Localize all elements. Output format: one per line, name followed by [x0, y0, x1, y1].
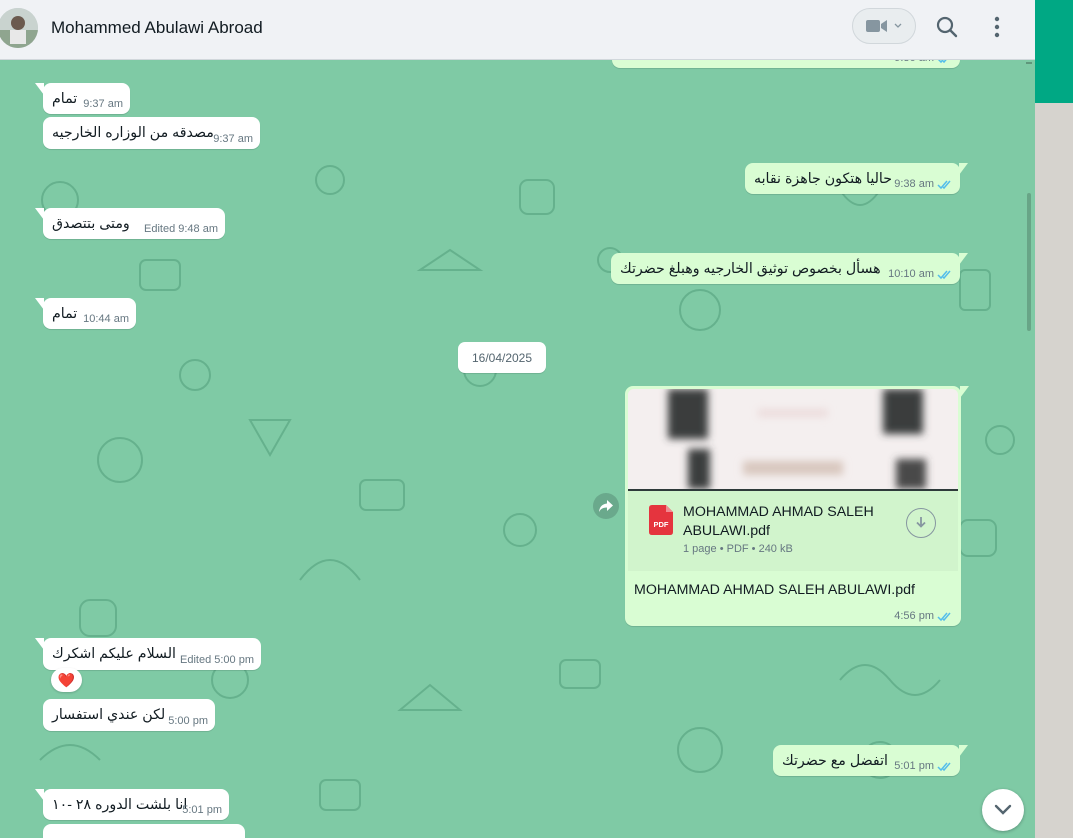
chevron-down-icon	[994, 804, 1012, 815]
scrollbar-thumb[interactable]	[1027, 193, 1031, 331]
scroll-to-bottom-button[interactable]	[982, 789, 1024, 831]
chat-pane[interactable]: Mohammed Abulawi Abroad تمام 9:37 am مصد…	[0, 0, 1035, 838]
document-message-bubble[interactable]: PDF MOHAMMAD AHMAD SALEH ABULAWI.pdf 1 p…	[625, 386, 969, 626]
message-meta: 4:56 pm	[894, 610, 953, 622]
message-text: السلام عليكم اشكرك	[52, 646, 176, 662]
message-text: لكن عندي استفسار	[52, 707, 166, 723]
message-time: 10:10 am	[888, 268, 934, 280]
message-text: ومتى بتتصدق	[52, 216, 130, 232]
chat-header: Mohammed Abulawi Abroad	[0, 0, 1035, 60]
message-bubble-outgoing[interactable]: اتفضل مع حضرتك 5:01 pm	[773, 745, 968, 776]
message-bubble-outgoing[interactable]: هسأل بخصوص توثيق الخارجيه وهبلغ حضرتك 10…	[611, 253, 968, 284]
message-time: 4:56 pm	[894, 610, 934, 622]
document-caption: MOHAMMAD AHMAD SALEH ABULAWI.pdf	[634, 582, 915, 598]
message-time: 9:37 am	[213, 133, 253, 145]
document-file-card[interactable]: PDF MOHAMMAD AHMAD SALEH ABULAWI.pdf 1 p…	[628, 491, 958, 571]
bubble-tail	[35, 83, 44, 95]
download-button[interactable]	[906, 508, 936, 538]
chevron-down-icon	[894, 23, 902, 28]
scrollbar-arrow-up[interactable]	[1026, 62, 1032, 64]
bubble-tail	[959, 253, 968, 265]
message-text: اتفضل مع حضرتك	[782, 753, 888, 769]
message-time: 9:38 am	[894, 178, 934, 190]
bubble-tail	[960, 386, 969, 398]
bubble-tail	[35, 298, 44, 310]
message-bubble-incoming[interactable]: انا بلشت الدوره ٢٨ -١٠ 5:01 pm	[35, 789, 229, 820]
message-time: 5:01 pm	[894, 760, 934, 772]
message-text: مصدقه من الوزاره الخارجيه	[52, 125, 214, 141]
message-bubble-incoming[interactable]: مصدقه من الوزاره الخارجيه 9:37 am	[43, 117, 260, 149]
bubble-tail	[35, 789, 44, 801]
message-text: تمام	[52, 306, 78, 322]
message-meta: 5:01 pm	[894, 760, 953, 772]
double-tick-icon	[937, 270, 951, 279]
side-panel-background	[1035, 103, 1073, 838]
message-text: انا بلشت الدوره ٢٨ -١٠	[52, 797, 188, 813]
pdf-file-icon: PDF	[649, 505, 673, 535]
message-time: 9:37 am	[83, 98, 123, 110]
double-tick-icon	[937, 612, 951, 621]
message-bubble-incoming[interactable]: تمام 9:37 am	[35, 83, 130, 114]
contact-avatar[interactable]	[0, 8, 38, 48]
heart-reaction-icon: ❤️	[57, 672, 76, 688]
message-text: حاليا هتكون جاهزة نقابه	[754, 171, 893, 187]
message-text: تمام	[52, 91, 78, 107]
pdf-type-label: PDF	[654, 520, 669, 529]
message-meta: 9:38 am	[894, 178, 953, 190]
message-text: هسأل بخصوص توثيق الخارجيه وهبلغ حضرتك	[620, 261, 881, 277]
message-bubble-outgoing[interactable]: حاليا هتكون جاهزة نقابه 9:38 am	[745, 163, 968, 194]
kebab-menu-icon[interactable]	[985, 14, 1009, 40]
message-bubble-incoming[interactable]: ومتى بتتصدق Edited 9:48 am	[35, 208, 225, 239]
bubble-tail	[35, 208, 44, 220]
forward-button[interactable]	[593, 493, 619, 519]
message-bubble-incoming[interactable]: تمام 10:44 am	[35, 298, 136, 329]
whatsapp-window: Mohammed Abulawi Abroad تمام 9:37 am مصد…	[0, 0, 1073, 838]
message-bubble-incoming[interactable]: لكن عندي استفسار 5:00 pm	[43, 699, 215, 731]
message-meta: 10:10 am	[888, 268, 953, 280]
search-icon[interactable]	[934, 14, 960, 40]
bubble-tail	[35, 638, 44, 650]
double-tick-icon	[937, 762, 951, 771]
contact-name[interactable]: Mohammed Abulawi Abroad	[51, 18, 263, 38]
forward-arrow-icon	[599, 500, 613, 512]
document-file-name: MOHAMMAD AHMAD SALEH ABULAWI.pdf	[683, 504, 874, 539]
message-time: Edited 5:00 pm	[180, 654, 254, 666]
bubble-tail	[959, 163, 968, 175]
message-time: Edited 9:48 am	[144, 223, 218, 235]
reaction-badge[interactable]: ❤️	[51, 668, 82, 692]
date-divider: 16/04/2025	[458, 342, 546, 373]
message-time: 10:44 am	[83, 313, 129, 325]
document-preview-thumbnail[interactable]	[628, 389, 958, 491]
message-time: 5:00 pm	[168, 715, 208, 727]
double-tick-icon	[937, 180, 951, 189]
video-camera-icon	[866, 20, 887, 32]
video-call-button[interactable]	[852, 8, 916, 44]
message-bubble-incoming[interactable]	[43, 824, 245, 838]
download-arrow-icon	[916, 517, 926, 528]
document-file-meta: 1 page • PDF • 240 kB	[683, 543, 793, 555]
message-time: 5:01 pm	[182, 804, 222, 816]
message-bubble-incoming[interactable]: السلام عليكم اشكرك Edited 5:00 pm	[35, 638, 261, 670]
side-panel-accent	[1035, 0, 1073, 103]
bubble-tail	[959, 745, 968, 757]
